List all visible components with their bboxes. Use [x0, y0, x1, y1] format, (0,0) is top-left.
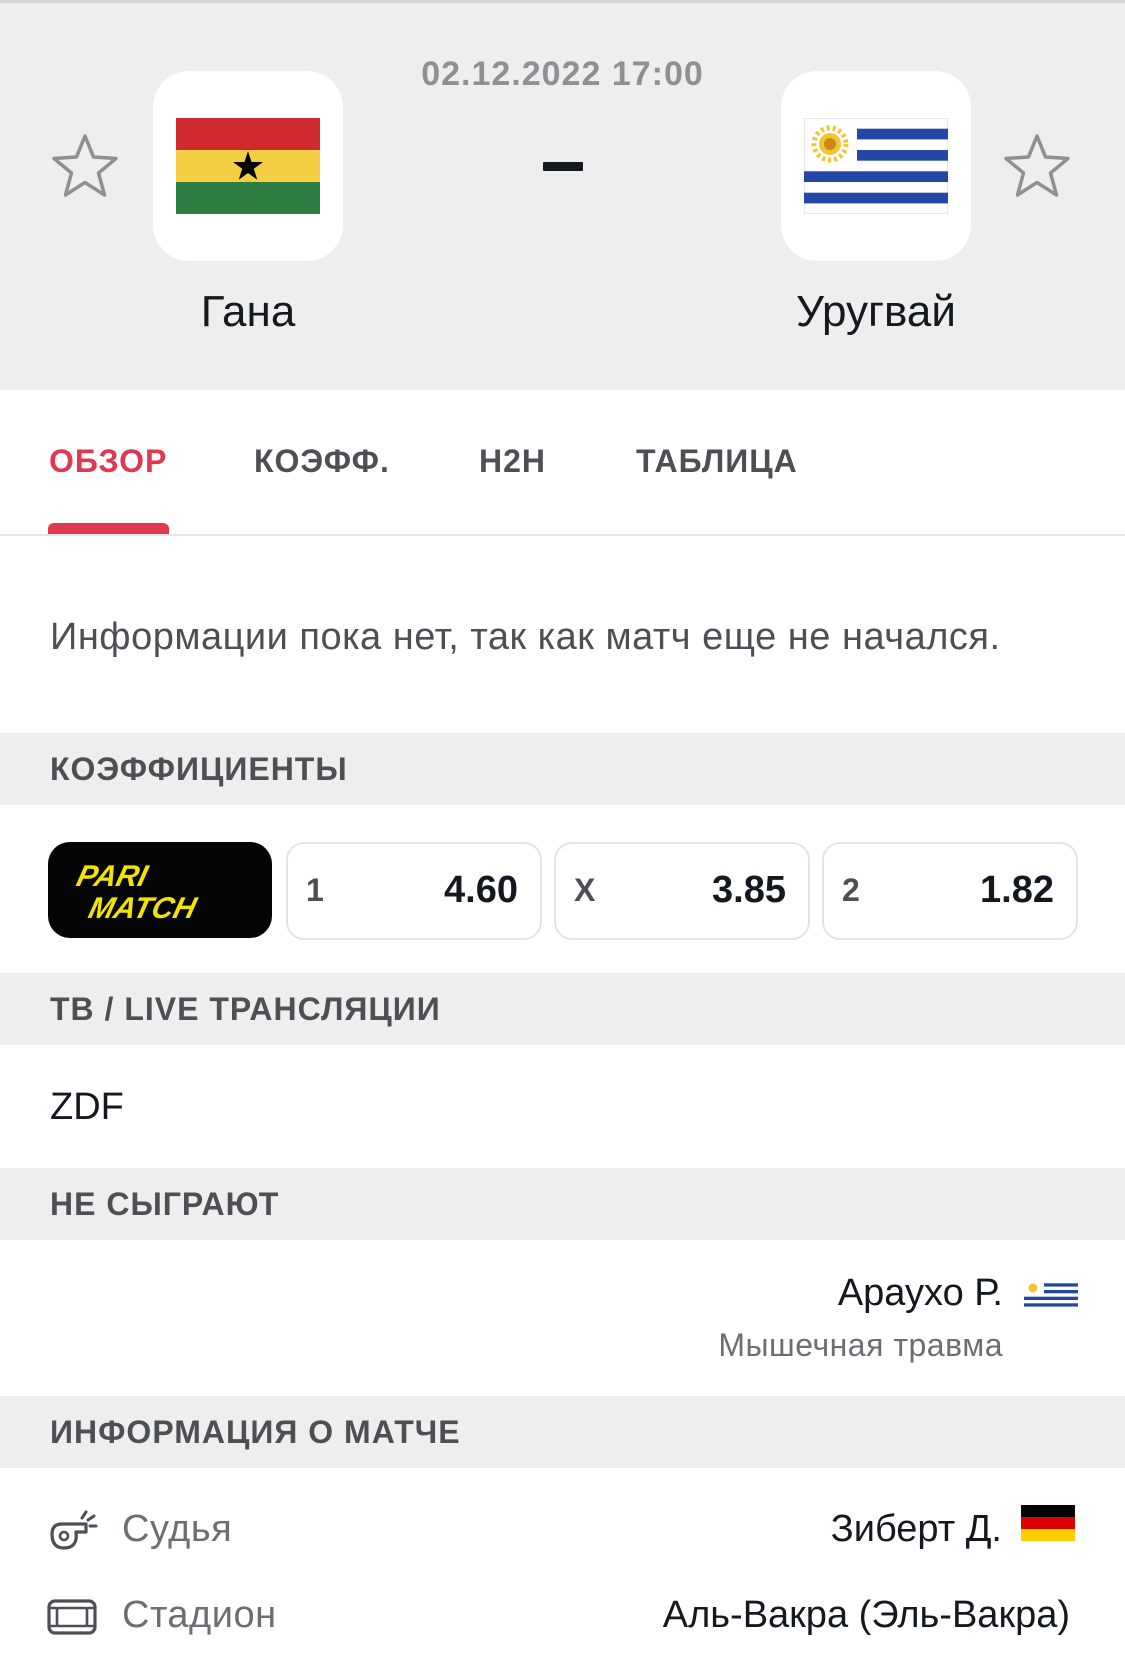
- odds-home-button[interactable]: 1 4.60: [286, 842, 542, 940]
- odds-home-label: 1: [306, 872, 324, 908]
- favorite-home-star-icon[interactable]: [50, 131, 120, 201]
- away-team-logo[interactable]: [781, 71, 971, 261]
- tab-overview[interactable]: ОБЗОР: [49, 443, 167, 480]
- odds-away-value: 1.82: [980, 869, 1054, 911]
- germany-flag-icon: [1021, 1505, 1075, 1541]
- match-header: 02.12.2022 17:00 Гана Уругвай: [0, 0, 1125, 390]
- tv-channel[interactable]: ZDF: [50, 1086, 124, 1129]
- referee-name[interactable]: Зиберт Д.: [831, 1508, 1002, 1551]
- tab-bar: ОБЗОР КОЭФФ. H2H ТАБЛИЦА: [0, 390, 1125, 536]
- bookmaker-logo[interactable]: PARI MATCH: [48, 842, 272, 938]
- bookmaker-logo-line2: MATCH: [85, 891, 200, 924]
- stadium-label: Стадион: [122, 1594, 277, 1636]
- odds-away-button[interactable]: 2 1.82: [822, 842, 1078, 940]
- tab-odds[interactable]: КОЭФФ.: [254, 443, 390, 480]
- uruguay-flag-icon: [804, 118, 948, 214]
- odds-draw-label: X: [574, 872, 596, 908]
- home-team-logo[interactable]: [153, 71, 343, 261]
- home-team-name[interactable]: Гана: [98, 287, 398, 337]
- ghana-flag-icon: [176, 118, 320, 214]
- match-info-section-header: ИНФОРМАЦИЯ О МАТЧЕ: [0, 1396, 1125, 1468]
- match-info-section-title: ИНФОРМАЦИЯ О МАТЧЕ: [50, 1414, 461, 1450]
- missing-players-section-title: НЕ СЫГРАЮТ: [50, 1186, 280, 1222]
- uruguay-flag-icon: [1024, 1280, 1078, 1310]
- score-separator: [543, 162, 583, 171]
- stadium-icon: [47, 1599, 97, 1635]
- missing-players-section-header: НЕ СЫГРАЮТ: [0, 1168, 1125, 1240]
- missing-player-name[interactable]: Араухо Р.: [838, 1272, 1003, 1315]
- missing-player-reason: Мышечная травма: [718, 1327, 1003, 1363]
- referee-label: Судья: [122, 1508, 233, 1550]
- bookmaker-logo-line1: PARI: [73, 859, 151, 892]
- odds-section-header: КОЭФФИЦИЕНТЫ: [0, 733, 1125, 805]
- odds-home-value: 4.60: [444, 869, 518, 911]
- active-tab-indicator: [48, 523, 169, 534]
- tv-section-header: ТВ / LIVE ТРАНСЛЯЦИИ: [0, 973, 1125, 1045]
- tv-section-title: ТВ / LIVE ТРАНСЛЯЦИИ: [50, 991, 441, 1027]
- stadium-name[interactable]: Аль-Вакра (Эль-Вакра): [663, 1594, 1070, 1637]
- odds-draw-value: 3.85: [712, 869, 786, 911]
- tab-table[interactable]: ТАБЛИЦА: [636, 443, 798, 480]
- no-info-message: Информации пока нет, так как матч еще не…: [50, 616, 1001, 658]
- whistle-icon: [50, 1510, 98, 1550]
- odds-away-label: 2: [842, 872, 860, 908]
- favorite-away-star-icon[interactable]: [1002, 131, 1072, 201]
- odds-draw-button[interactable]: X 3.85: [554, 842, 810, 940]
- away-team-name[interactable]: Уругвай: [726, 287, 1026, 337]
- tab-h2h[interactable]: H2H: [479, 443, 546, 480]
- odds-section-title: КОЭФФИЦИЕНТЫ: [50, 751, 348, 787]
